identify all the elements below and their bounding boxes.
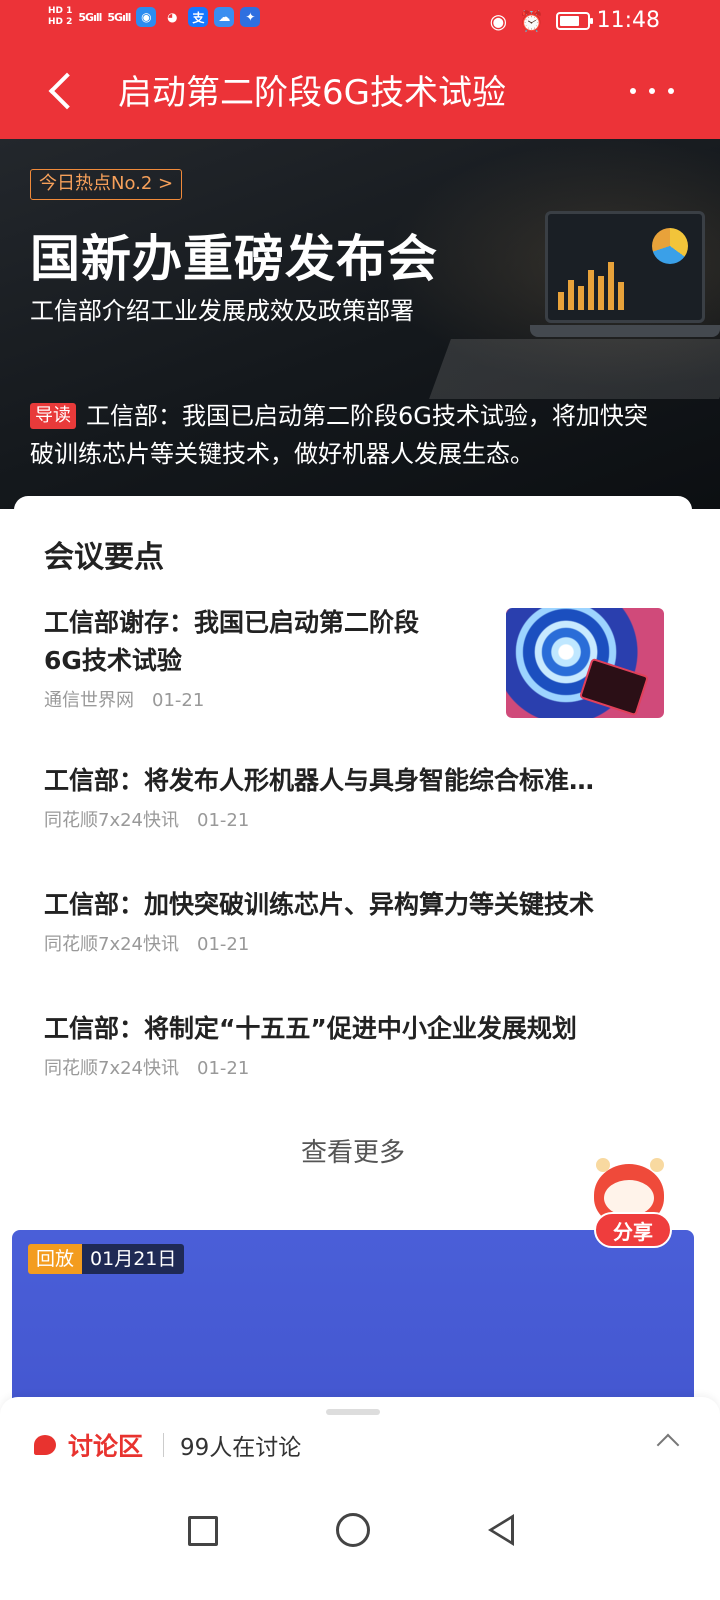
news-title: 工信部谢存：我国已启动第二阶段 — [44, 608, 420, 637]
news-date: 01-21 — [197, 1058, 250, 1079]
hero-banner: 今日热点No.2 > 国新办重磅发布会 工信部介绍工业发展成效及政策部署 导读工… — [0, 139, 720, 509]
bar-chart-decoration — [558, 262, 624, 310]
hero-intro: 导读 工信部：我国已启动第二阶段6G技术试验，将加快突破训练芯片等关键技术，做好机… — [30, 397, 670, 473]
discussion-count: 99人在讨论 — [180, 1435, 302, 1461]
share-button[interactable]: 分享 — [594, 1212, 672, 1248]
intro-text: 工信部：我国已启动第二阶段6G技术试验，将加快突破训练芯片等关键技术，做好机器人… — [30, 402, 648, 468]
hero-subtitle: 工信部介绍工业发展成效及政策部署 — [30, 297, 414, 325]
news-meta: 通信世界网 01-21 — [44, 686, 484, 712]
news-item[interactable]: 工信部：加快突破训练芯片、异构算力等关键技术 同花顺7x24快讯 01-21 — [44, 886, 674, 956]
replay-tag: 回放 — [28, 1244, 83, 1274]
eye-icon: ◉ — [489, 9, 508, 33]
speed-app-icon: ◕ — [167, 10, 178, 24]
system-nav-bar — [0, 1492, 720, 1600]
replay-date: 01月21日 — [82, 1244, 185, 1274]
guide-badge: 导读 — [30, 403, 76, 429]
network-indicator: HD 1 HD 2 — [48, 6, 72, 28]
news-thumbnail[interactable] — [506, 608, 664, 718]
news-date: 01-21 — [197, 934, 250, 955]
status-bar: HD 1 HD 2 5Gıll 5Gıll ◉ ◕ 支 ☁ ✦ ◉ ⏰ 11:4… — [0, 0, 720, 48]
status-time: 11:48 — [596, 8, 660, 33]
more-options-icon[interactable] — [630, 76, 674, 106]
status-left: HD 1 HD 2 5Gıll 5Gıll ◉ ◕ 支 ☁ ✦ — [48, 6, 261, 28]
news-item[interactable]: 工信部：将制定“十五五”促进中小企业发展规划 同花顺7x24快讯 01-21 — [44, 1010, 674, 1080]
news-source: 通信世界网 — [44, 690, 134, 711]
drag-handle[interactable] — [326, 1409, 380, 1415]
laptop-illustration — [545, 211, 705, 323]
meeting-highlights-card: 会议要点 工信部谢存：我国已启动第二阶段 6G技术试验 通信世界网 01-21 工… — [14, 496, 692, 1224]
recent-apps-button[interactable] — [188, 1516, 218, 1546]
system-back-button[interactable] — [488, 1514, 514, 1546]
news-source: 同花顺7x24快讯 — [44, 934, 180, 955]
news-title: 工信部：将制定“十五五”促进中小企业发展规划 — [44, 1014, 577, 1043]
news-title: 工信部：加快突破训练芯片、异构算力等关键技术 — [44, 890, 595, 919]
status-right: ◉ ⏰ — [489, 9, 593, 33]
signal-1-icon: 5Gıll — [78, 10, 102, 24]
news-source: 同花顺7x24快讯 — [44, 810, 180, 831]
replay-badge: 回放 01月21日 — [28, 1244, 185, 1274]
news-item[interactable]: 工信部谢存：我国已启动第二阶段 6G技术试验 通信世界网 01-21 — [44, 604, 484, 712]
battery-icon — [556, 12, 593, 30]
replay-video[interactable]: 回放 01月21日 — [12, 1230, 694, 1410]
chat-bubble-icon — [34, 1435, 56, 1455]
home-button[interactable] — [336, 1513, 370, 1547]
news-date: 01-21 — [152, 690, 205, 711]
pie-chart-decoration — [652, 228, 688, 264]
app-bar: 启动第二阶段6G技术试验 — [0, 48, 720, 139]
news-item[interactable]: 工信部：将发布人形机器人与具身智能综合标准… 同花顺7x24快讯 01-21 — [44, 762, 674, 832]
alipay-app-icon: 支 — [188, 7, 209, 27]
chevron-up-icon[interactable] — [656, 1433, 680, 1457]
hero-papers-decoration — [429, 339, 720, 399]
network-1: HD 1 — [48, 6, 73, 16]
weather-app-icon: ☁ — [214, 7, 235, 27]
hero-title: 国新办重磅发布会 — [30, 230, 438, 288]
page-title: 启动第二阶段6G技术试验 — [118, 73, 506, 113]
news-title-cont: 6G技术试验 — [44, 646, 182, 675]
hot-topic-tag[interactable]: 今日热点No.2 > — [30, 169, 183, 200]
news-title: 工信部：将发布人形机器人与具身智能综合标准… — [44, 766, 595, 795]
back-button[interactable] — [40, 66, 84, 116]
discussion-bar[interactable]: 讨论区 99人在讨论 — [0, 1397, 720, 1492]
bulb-app-icon: ✦ — [240, 7, 261, 27]
top-bar: HD 1 HD 2 5Gıll 5Gıll ◉ ◕ 支 ☁ ✦ ◉ ⏰ 11:4… — [0, 0, 720, 139]
network-2: HD 2 — [48, 17, 73, 27]
discussion-label: 讨论区 — [68, 1432, 144, 1461]
news-meta: 同花顺7x24快讯 01-21 — [44, 930, 674, 956]
news-meta: 同花顺7x24快讯 01-21 — [44, 806, 674, 832]
news-date: 01-21 — [197, 810, 250, 831]
news-source: 同花顺7x24快讯 — [44, 1058, 180, 1079]
card-title: 会议要点 — [44, 540, 164, 575]
divider — [163, 1433, 164, 1457]
alarm-icon: ⏰ — [519, 9, 544, 33]
browser-app-icon: ◉ — [136, 7, 157, 27]
news-meta: 同花顺7x24快讯 01-21 — [44, 1054, 674, 1080]
signal-2-icon: 5Gıll — [107, 10, 131, 24]
